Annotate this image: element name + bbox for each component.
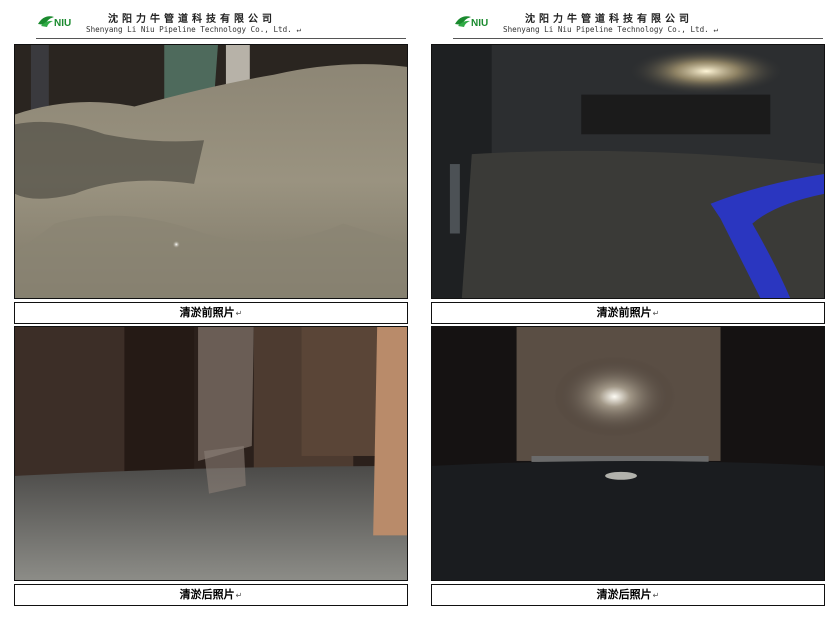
company-name-en: Shenyang Li Niu Pipeline Technology Co.,… bbox=[86, 25, 301, 34]
caption-before: 清淤前照片↵ bbox=[14, 302, 408, 324]
page-header: NIU 沈阳力牛管道科技有限公司 Shenyang Li Niu Pipelin… bbox=[425, 6, 835, 40]
company-name-cn: 沈阳力牛管道科技有限公司 bbox=[108, 14, 276, 25]
document-page-right: NIU 沈阳力牛管道科技有限公司 Shenyang Li Niu Pipelin… bbox=[425, 0, 835, 618]
document-page-left: NIU 沈阳力牛管道科技有限公司 Shenyang Li Niu Pipelin… bbox=[8, 0, 418, 618]
header-rule bbox=[36, 38, 406, 39]
photo-after-cleaning bbox=[14, 326, 408, 581]
photo-before-cleaning bbox=[431, 44, 825, 299]
caption-after: 清淤后照片↵ bbox=[14, 584, 408, 606]
page-header: NIU 沈阳力牛管道科技有限公司 Shenyang Li Niu Pipelin… bbox=[8, 6, 418, 40]
svg-text:NIU: NIU bbox=[54, 18, 71, 29]
caption-before: 清淤前照片↵ bbox=[431, 302, 825, 324]
company-name-cn: 沈阳力牛管道科技有限公司 bbox=[525, 14, 693, 25]
photo-after-cleaning bbox=[431, 326, 825, 581]
caption-after: 清淤后照片↵ bbox=[431, 584, 825, 606]
company-logo: NIU bbox=[36, 12, 84, 30]
header-rule bbox=[453, 38, 823, 39]
company-logo: NIU bbox=[453, 12, 501, 30]
company-name-en: Shenyang Li Niu Pipeline Technology Co.,… bbox=[503, 25, 718, 34]
svg-text:NIU: NIU bbox=[471, 18, 488, 29]
photo-before-cleaning bbox=[14, 44, 408, 299]
